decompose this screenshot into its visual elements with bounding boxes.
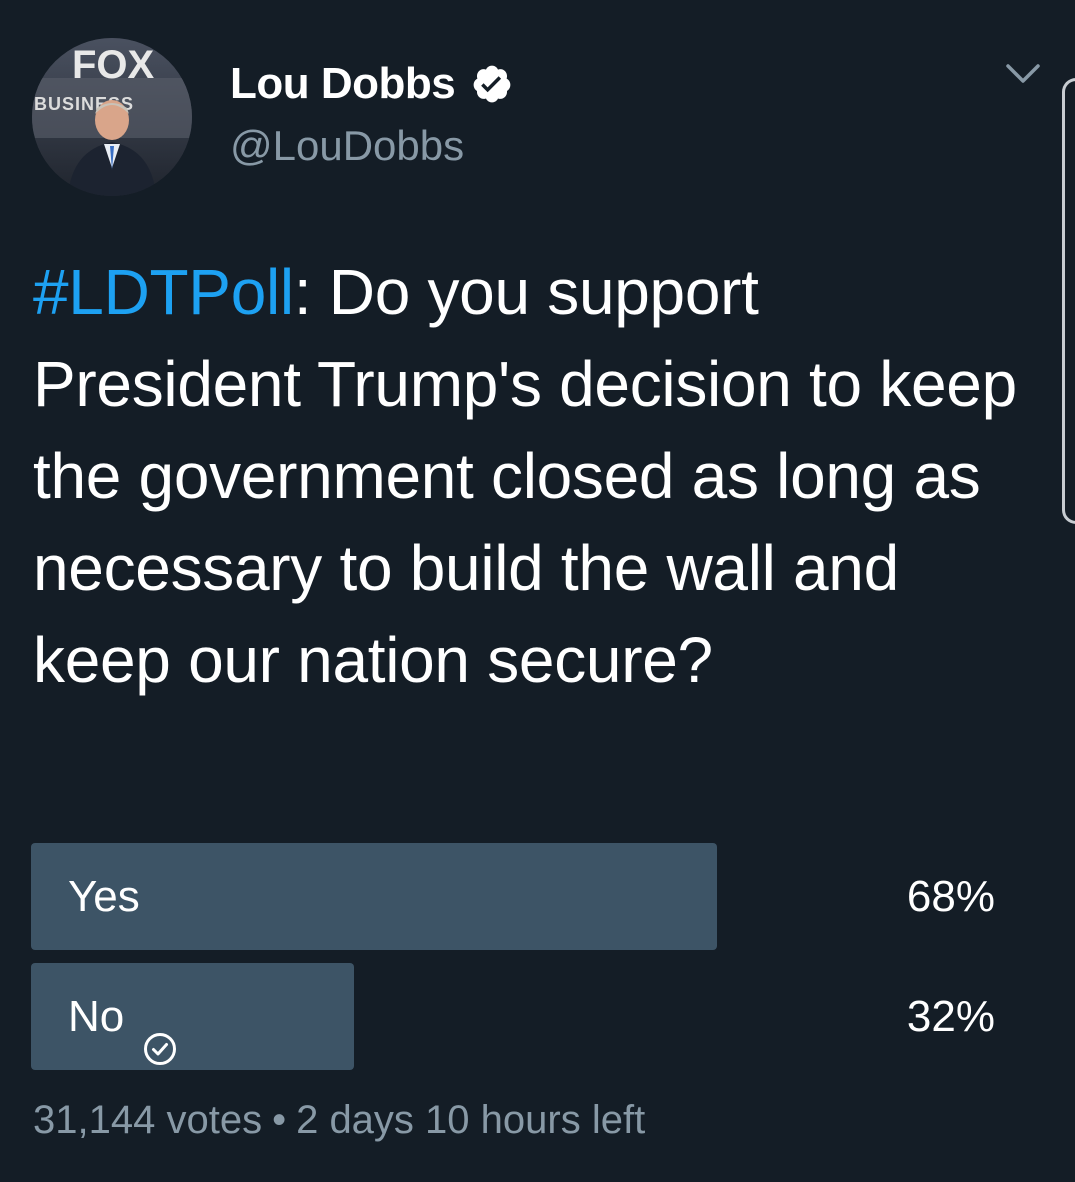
check-circle-icon [142, 999, 178, 1065]
poll-label-yes-container: Yes [68, 843, 140, 950]
author-block[interactable]: Lou Dobbs @LouDobbs [230, 56, 513, 170]
poll-footer: 31,144 votes • 2 days 10 hours left [33, 1094, 645, 1146]
scrollbar[interactable] [1062, 78, 1075, 524]
poll-label-no: No [68, 992, 125, 1041]
handle[interactable]: @LouDobbs [230, 122, 513, 170]
poll-label-no-container: No [68, 963, 178, 1070]
poll-percent-yes: 68% [906, 872, 995, 921]
display-name[interactable]: Lou Dobbs [230, 59, 456, 109]
poll-option-yes[interactable]: Yes 68% [31, 843, 1011, 950]
verified-badge-icon [471, 63, 513, 105]
poll-percent-no: 32% [906, 992, 995, 1041]
vote-count: 31,144 votes [33, 1098, 263, 1142]
tweet-text: #LDTPoll: Do you support President Trump… [33, 246, 1023, 706]
poll-label-yes: Yes [68, 872, 140, 921]
separator-dot: • [272, 1098, 287, 1142]
tweet: FOX BUSINESS Lou Dobbs @LouDobbs #LDTPol… [0, 0, 1075, 1182]
avatar-image: FOX BUSINESS [32, 38, 192, 196]
poll: Yes 68% No 32% [31, 843, 1011, 1083]
time-left: 2 days 10 hours left [296, 1098, 646, 1142]
avatar[interactable]: FOX BUSINESS [32, 38, 192, 196]
chevron-down-icon[interactable] [1005, 62, 1041, 86]
poll-option-no[interactable]: No 32% [31, 963, 1011, 1070]
avatar-logo: FOX [72, 43, 155, 87]
hashtag-link[interactable]: #LDTPoll [33, 256, 294, 328]
name-row: Lou Dobbs [230, 56, 513, 112]
